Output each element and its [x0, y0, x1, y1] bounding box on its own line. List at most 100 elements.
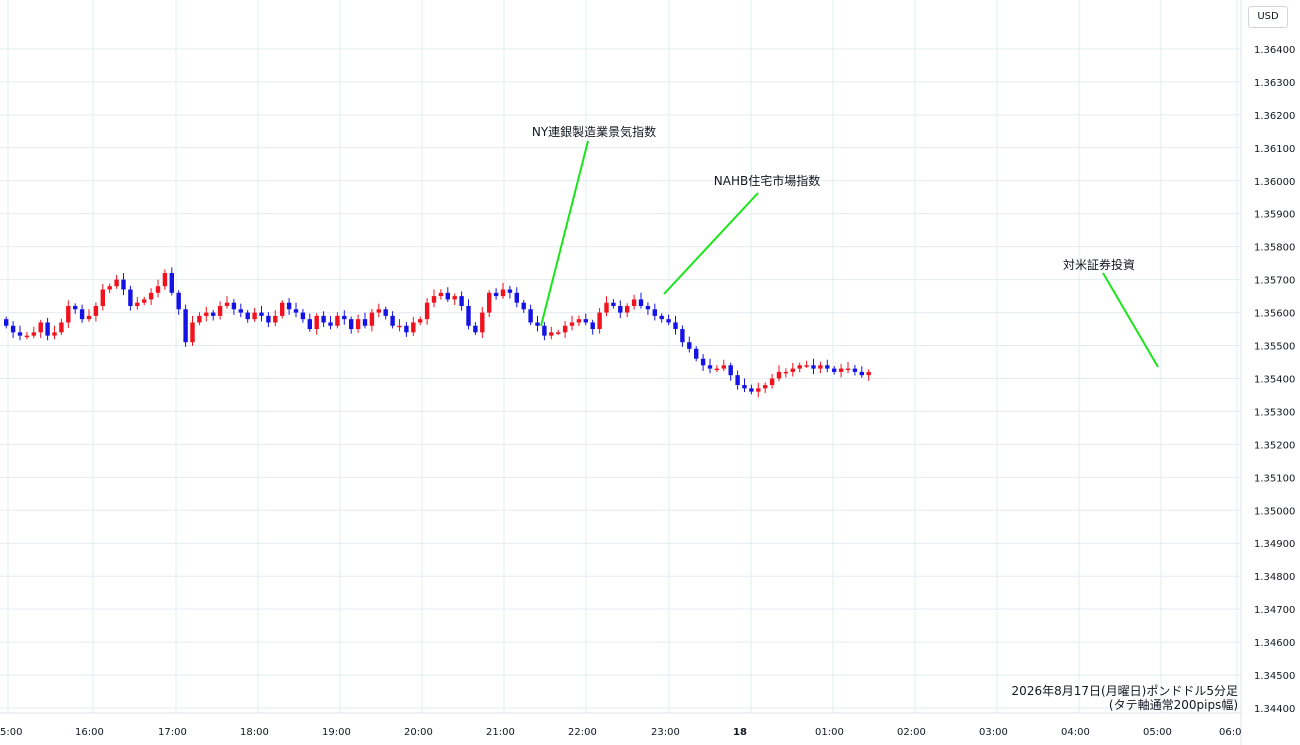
candle	[576, 315, 582, 327]
price-axis[interactable]: 1.34400 1.34500 1.34600 1.34700 1.34800 1.349…	[1254, 45, 1295, 715]
candle	[38, 319, 43, 338]
y-tick-label: 1.35900	[1254, 210, 1295, 221]
candle	[631, 294, 637, 310]
candle-body	[680, 329, 685, 343]
candle-body	[280, 302, 285, 316]
y-tick-label: 1.36200	[1254, 111, 1295, 122]
candle	[590, 319, 595, 335]
candle-body	[369, 312, 375, 326]
candle-body	[687, 342, 692, 349]
candle-body	[121, 279, 126, 290]
candle-body	[859, 371, 864, 376]
candle-body	[155, 286, 161, 293]
candle-body	[93, 305, 99, 316]
candle	[542, 322, 547, 341]
candle-body	[714, 368, 720, 371]
candle-body	[404, 325, 409, 333]
candle	[431, 289, 437, 308]
x-tick-label: 16:00	[75, 727, 104, 738]
candle	[321, 311, 326, 328]
candle	[673, 315, 678, 335]
candle-body	[756, 388, 761, 392]
candle-body	[638, 299, 644, 306]
candle	[838, 363, 844, 378]
candle	[252, 307, 257, 322]
candle-body	[625, 305, 630, 313]
candle	[556, 329, 561, 335]
candle	[749, 384, 754, 395]
candle-body	[576, 319, 582, 323]
x-tick-label: 03:00	[979, 727, 1008, 738]
candle-body	[790, 368, 795, 372]
candle	[355, 314, 361, 333]
candle-body	[424, 302, 430, 320]
candle-body	[832, 368, 837, 372]
candle-body	[128, 289, 133, 306]
candle	[507, 285, 513, 299]
candle	[735, 370, 740, 390]
candle-body	[597, 312, 602, 330]
candle-body	[342, 315, 347, 320]
candle-body	[652, 309, 657, 316]
candle	[314, 313, 319, 335]
candle	[280, 300, 285, 319]
candle-body	[569, 322, 575, 326]
candle-body	[825, 365, 830, 369]
candle	[521, 300, 526, 313]
candle-body	[618, 305, 623, 313]
candle-body	[611, 302, 616, 306]
candle-body	[811, 365, 816, 369]
candle	[549, 326, 554, 340]
candle-body	[300, 312, 306, 320]
candle-body	[528, 309, 533, 323]
candle-body	[645, 305, 651, 310]
candle	[217, 301, 223, 320]
x-tick-label: 06:0	[1219, 727, 1241, 738]
candle	[445, 287, 450, 303]
y-tick-label: 1.34400	[1254, 704, 1295, 715]
candle-body	[866, 371, 871, 376]
candle	[238, 303, 243, 318]
candle	[707, 358, 713, 374]
candle-body	[797, 365, 802, 369]
candle	[197, 312, 202, 326]
y-tick-label: 1.34600	[1254, 638, 1295, 649]
y-tick-label: 1.34700	[1254, 605, 1295, 616]
candle-body	[86, 315, 92, 320]
candle-body	[183, 309, 188, 343]
candle	[763, 382, 768, 393]
candle-body	[211, 312, 216, 316]
candle	[404, 322, 409, 337]
candle-body	[176, 292, 181, 310]
candle	[687, 336, 692, 353]
candle-body	[452, 296, 457, 300]
candle	[652, 303, 657, 321]
candle	[93, 302, 99, 322]
annotation-leader-line	[1102, 272, 1159, 368]
candle	[562, 321, 568, 338]
candle	[383, 306, 388, 320]
time-axis[interactable]: 5:00 16:00 17:00 18:00 19:00 20:00 21:00 22:00 2…	[0, 727, 1241, 738]
candle-body	[45, 322, 50, 336]
candle-body	[148, 292, 154, 300]
x-tick-label: 20:00	[404, 727, 433, 738]
candle-body	[818, 365, 823, 369]
candle	[362, 312, 368, 329]
y-tick-label: 1.35400	[1254, 374, 1295, 385]
candle	[859, 366, 864, 378]
candle	[128, 285, 133, 311]
candle-body	[542, 325, 547, 336]
candle	[797, 362, 802, 373]
candle	[756, 382, 761, 398]
candle-body	[266, 315, 271, 323]
candle	[714, 364, 720, 373]
candle	[694, 346, 699, 362]
candle	[183, 304, 188, 347]
chart-caption: 2026年8月17日(月曜日)ポンドドル5分足 (タテ軸通常200pips幅)	[1012, 684, 1238, 712]
candle	[659, 313, 664, 323]
y-tick-label: 1.36400	[1254, 45, 1295, 56]
candle-body	[659, 315, 664, 320]
currency-label[interactable]: USD	[1248, 6, 1288, 28]
candle-body	[293, 309, 299, 313]
candle	[176, 290, 181, 315]
